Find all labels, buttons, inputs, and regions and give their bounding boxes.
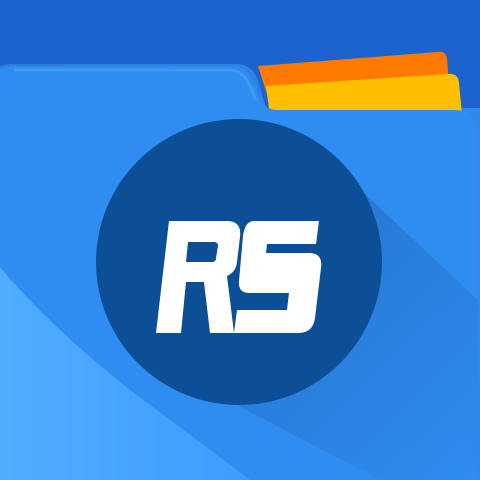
app-icon-canvas: RS	[0, 0, 480, 480]
app-icon-svg	[0, 0, 480, 480]
emblem-circle	[96, 119, 382, 405]
monogram-letter-s	[234, 221, 322, 333]
